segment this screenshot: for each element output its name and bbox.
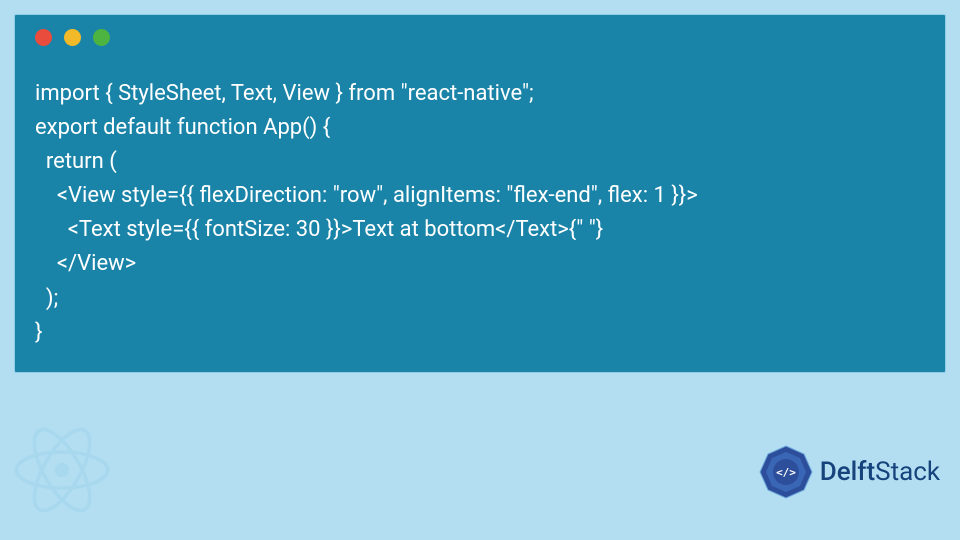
- code-window: import { StyleSheet, Text, View } from "…: [14, 14, 946, 373]
- window-titlebar: [15, 15, 945, 59]
- react-watermark-icon: [0, 410, 132, 530]
- minimize-icon[interactable]: [64, 29, 81, 46]
- maximize-icon[interactable]: [93, 29, 110, 46]
- brand-badge-icon: </>: [756, 442, 816, 502]
- brand-logo: </> DelftStack: [756, 442, 940, 502]
- close-icon[interactable]: [35, 29, 52, 46]
- brand-name-left: Delft: [820, 457, 875, 487]
- brand-name-right: Stack: [875, 457, 940, 487]
- code-block: import { StyleSheet, Text, View } from "…: [15, 59, 945, 372]
- brand-name: DelftStack: [820, 457, 940, 487]
- svg-text:</>: </>: [776, 466, 796, 479]
